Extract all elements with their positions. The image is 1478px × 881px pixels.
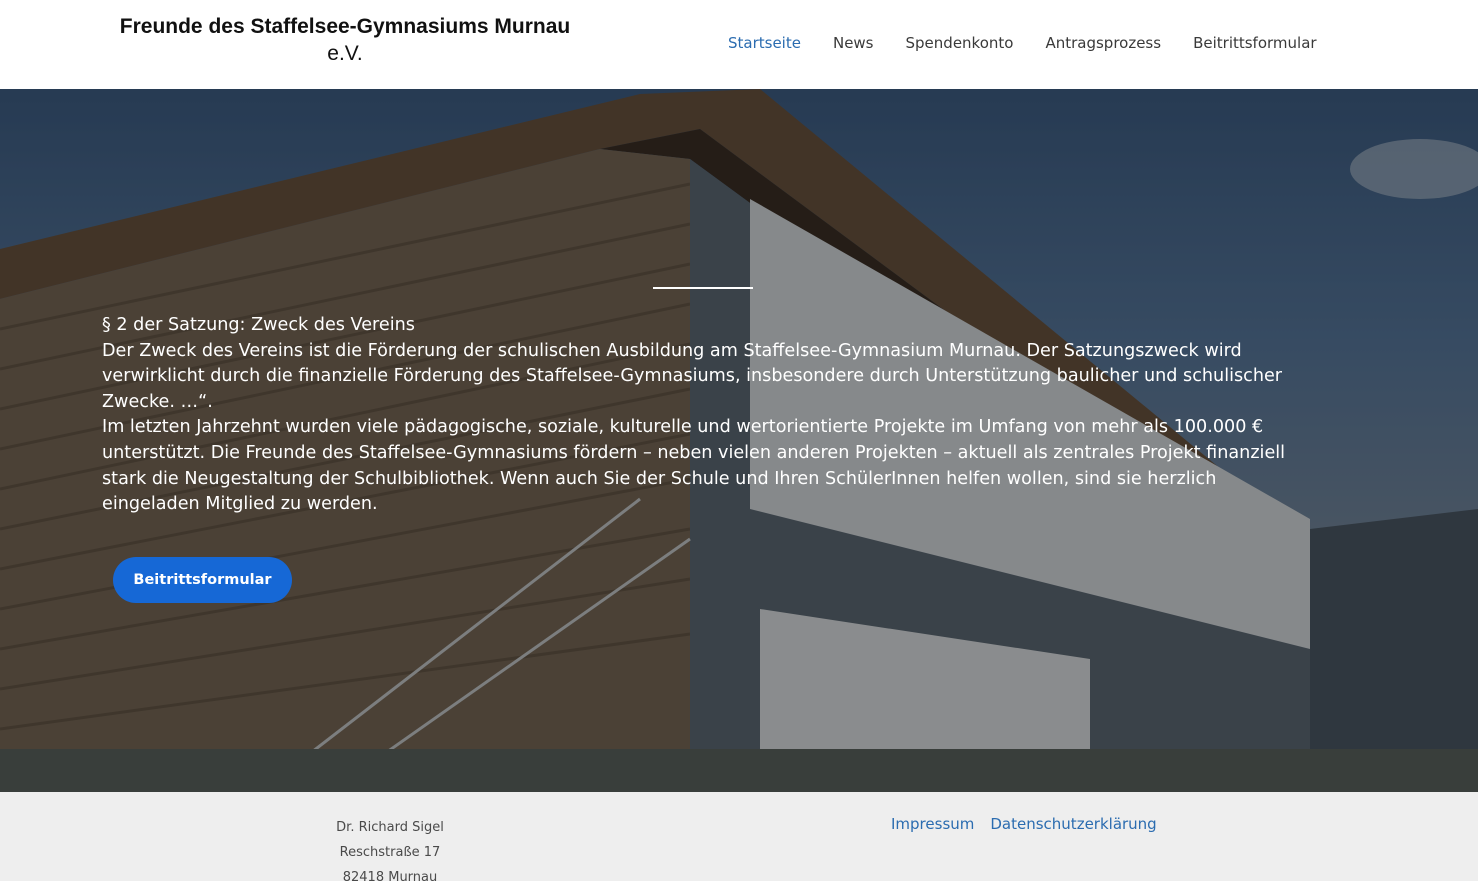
nav-item-spendenkonto[interactable]: Spendenkonto bbox=[890, 33, 1030, 53]
address-name: Dr. Richard Sigel bbox=[336, 820, 444, 835]
hero-text: § 2 der Satzung: Zweck des Vereins Der Z… bbox=[102, 313, 1292, 518]
address-street: Reschstraße 17 bbox=[339, 845, 441, 860]
footer-address: Dr. Richard Sigel Reschstraße 17 82418 M… bbox=[300, 815, 480, 881]
impressum-link[interactable]: Impressum bbox=[891, 815, 974, 833]
hero-divider bbox=[653, 287, 753, 289]
datenschutz-link[interactable]: Datenschutzerklärung bbox=[990, 815, 1156, 833]
address-city: 82418 Murnau bbox=[342, 870, 438, 881]
hero-heading: § 2 der Satzung: Zweck des Vereins bbox=[102, 315, 415, 335]
hero-paragraph-purpose: Der Zweck des Vereins ist die Förderung … bbox=[102, 340, 1283, 412]
logo-title: Freunde des Staffelsee-Gymnasiums Murnau bbox=[119, 15, 571, 38]
site-footer: Dr. Richard Sigel Reschstraße 17 82418 M… bbox=[0, 792, 1478, 881]
beitrittsformular-button[interactable]: Beitrittsformular bbox=[113, 557, 292, 603]
nav-item-beitrittsformular[interactable]: Beitrittsformular bbox=[1177, 33, 1333, 53]
logo-subtitle: e.V. bbox=[327, 42, 363, 65]
nav-item-antragsprozess[interactable]: Antragsprozess bbox=[1029, 33, 1177, 53]
hero-paragraph-projects: Im letzten Jahrzehnt wurden viele pädago… bbox=[102, 417, 1286, 515]
nav-item-news[interactable]: News bbox=[817, 33, 890, 53]
site-header: Freunde des Staffelsee-Gymnasiums Murnau… bbox=[0, 0, 1478, 89]
site-logo[interactable]: Freunde des Staffelsee-Gymnasiums Murnau… bbox=[106, 14, 584, 68]
footer-links: Impressum Datenschutzerklärung bbox=[891, 815, 1173, 833]
hero-section: § 2 der Satzung: Zweck des Vereins Der Z… bbox=[0, 89, 1478, 792]
main-navigation: Startseite News Spendenkonto Antragsproz… bbox=[712, 33, 1333, 53]
nav-item-startseite[interactable]: Startseite bbox=[712, 33, 817, 53]
